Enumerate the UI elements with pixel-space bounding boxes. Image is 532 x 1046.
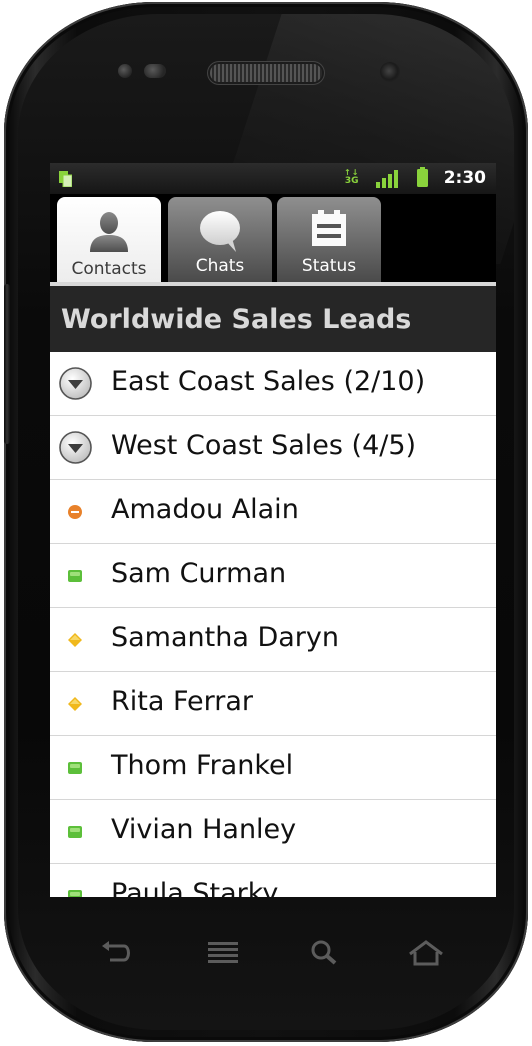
expand-chevron-icon[interactable] [59, 367, 92, 400]
expand-chevron-icon[interactable] [59, 431, 92, 464]
busy-status-icon [68, 505, 82, 519]
contact-row[interactable]: Samantha Daryn [50, 608, 496, 672]
earpiece-speaker [210, 64, 322, 82]
speech-bubble-icon [200, 211, 240, 252]
tab-label: Status [301, 256, 357, 276]
status-bar: ↑↓ 3G 2:30 [50, 163, 496, 194]
phone-screen: ↑↓ 3G 2:30 Contacts Chats Status Worldwi… [50, 163, 496, 897]
search-icon[interactable] [308, 938, 342, 968]
available-status-icon [68, 826, 82, 838]
tab-contacts[interactable]: Contacts [57, 197, 161, 285]
signal-icon [376, 170, 398, 188]
person-icon [90, 212, 128, 252]
group-row-east-coast[interactable]: East Coast Sales (2/10) [50, 352, 496, 416]
contact-row[interactable]: Sam Curman [50, 544, 496, 608]
contact-row[interactable]: Paula Starky [50, 864, 496, 897]
tab-label: Chats [195, 256, 245, 276]
data-activity-icon: ↑↓ 3G [344, 168, 360, 186]
contact-name: Sam Curman [111, 558, 287, 589]
contact-name: Vivian Hanley [111, 814, 297, 845]
available-status-icon [68, 890, 82, 897]
available-status-icon [68, 762, 82, 774]
away-status-icon [68, 633, 82, 647]
contact-name: Paula Starky [111, 878, 279, 897]
group-label: West Coast Sales (4/5) [111, 430, 417, 461]
back-icon[interactable] [98, 938, 134, 968]
menu-icon[interactable] [205, 938, 241, 968]
notification-icon [59, 171, 72, 187]
tab-label: Contacts [71, 259, 147, 279]
contact-name: Thom Frankel [111, 750, 294, 781]
contact-name: Samantha Daryn [111, 622, 339, 653]
list-header: Worldwide Sales Leads [50, 286, 496, 352]
clock: 2:30 [443, 168, 486, 188]
list-title: Worldwide Sales Leads [61, 304, 412, 335]
status-board-icon [312, 210, 346, 246]
away-status-icon [68, 697, 82, 711]
front-camera-icon [380, 62, 400, 82]
tab-bar: Contacts Chats Status [50, 194, 496, 286]
home-icon[interactable] [406, 938, 446, 968]
contact-row[interactable]: Amadou Alain [50, 480, 496, 544]
tab-status[interactable]: Status [277, 197, 381, 282]
tab-chats[interactable]: Chats [168, 197, 272, 282]
group-label: East Coast Sales (2/10) [111, 366, 426, 397]
contact-row[interactable]: Vivian Hanley [50, 800, 496, 864]
network-type: 3G [344, 176, 359, 186]
contact-name: Amadou Alain [111, 494, 299, 525]
contact-list[interactable]: East Coast Sales (2/10) West Coast Sales… [50, 352, 496, 897]
proximity-sensor-icon [118, 64, 132, 78]
group-row-west-coast[interactable]: West Coast Sales (4/5) [50, 416, 496, 480]
light-sensor-icon [144, 64, 166, 78]
contact-row[interactable]: Rita Ferrar [50, 672, 496, 736]
contact-name: Rita Ferrar [111, 686, 254, 717]
volume-key[interactable] [4, 284, 10, 444]
available-status-icon [68, 570, 82, 582]
contact-row[interactable]: Thom Frankel [50, 736, 496, 800]
battery-icon [417, 167, 428, 187]
